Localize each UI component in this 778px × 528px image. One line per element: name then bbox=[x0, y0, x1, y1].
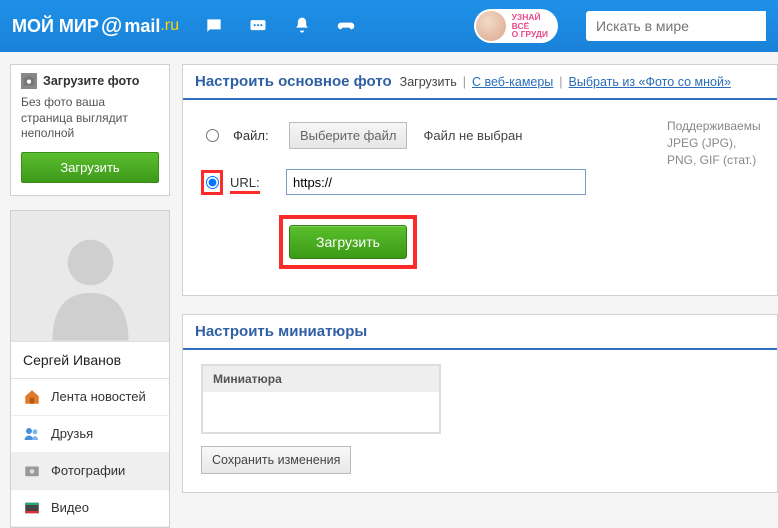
profile-block: Сергей Иванов Лента новостей Друзья Фото… bbox=[10, 210, 170, 528]
header-nav bbox=[203, 15, 357, 37]
main-content: Настроить основное фото Загрузить | С ве… bbox=[182, 64, 778, 528]
tab-webcam[interactable]: С веб-камеры bbox=[472, 75, 553, 89]
url-radio[interactable] bbox=[206, 176, 219, 189]
profile-name: Сергей Иванов bbox=[11, 341, 169, 378]
thumbnail-box-title: Миниатюра bbox=[203, 366, 439, 392]
sidebar: Загрузите фото Без фото ваша страница вы… bbox=[10, 64, 170, 528]
upload-card-button[interactable]: Загрузить bbox=[21, 152, 159, 183]
bell-icon[interactable] bbox=[291, 15, 313, 37]
panel-header: Настроить основное фото Загрузить | С ве… bbox=[183, 65, 777, 100]
url-label: URL: bbox=[230, 175, 276, 190]
messages-icon[interactable] bbox=[203, 15, 225, 37]
logo-text-pre: МОЙ МИР bbox=[12, 16, 99, 37]
panel-title: Настроить миниатюры bbox=[195, 323, 367, 340]
ad-image-icon bbox=[476, 11, 506, 41]
chat-icon[interactable] bbox=[247, 15, 269, 37]
choose-file-button[interactable]: Выберите файл bbox=[289, 122, 407, 149]
thumbnails-panel: Настроить миниатюры Миниатюра Сохранить … bbox=[182, 314, 778, 493]
sidebar-item-friends[interactable]: Друзья bbox=[11, 416, 169, 453]
upload-photo-card: Загрузите фото Без фото ваша страница вы… bbox=[10, 64, 170, 196]
home-icon bbox=[23, 388, 41, 406]
sidebar-nav: Лента новостей Друзья Фотографии Видео bbox=[11, 378, 169, 527]
url-row: URL: bbox=[201, 169, 759, 195]
header-ad-badge[interactable]: УЗНАЙ ВСЁ О ГРУДИ bbox=[474, 9, 558, 43]
url-input[interactable] bbox=[286, 169, 586, 195]
photos-icon bbox=[23, 462, 41, 480]
panel-tabs: Загрузить | С веб-камеры | Выбрать из «Ф… bbox=[400, 75, 731, 89]
site-logo[interactable]: МОЙ МИР @ mail .ru bbox=[12, 13, 179, 39]
file-label: Файл: bbox=[233, 128, 279, 143]
sidebar-item-video[interactable]: Видео bbox=[11, 490, 169, 527]
search-box bbox=[586, 11, 766, 41]
sidebar-item-label: Фотографии bbox=[51, 463, 125, 478]
submit-highlight-box: Загрузить bbox=[279, 215, 417, 269]
ad-text: УЗНАЙ ВСЁ О ГРУДИ bbox=[512, 13, 548, 39]
save-changes-button[interactable]: Сохранить изменения bbox=[201, 446, 351, 474]
file-status-text: Файл не выбран bbox=[423, 128, 522, 143]
at-icon: @ bbox=[101, 13, 122, 39]
sidebar-item-photos[interactable]: Фотографии bbox=[11, 453, 169, 490]
sidebar-item-feed[interactable]: Лента новостей bbox=[11, 379, 169, 416]
upload-card-note: Без фото ваша страница выглядит неполной bbox=[21, 95, 159, 142]
avatar-placeholder bbox=[11, 211, 169, 341]
thumbnail-preview bbox=[203, 392, 439, 432]
tab-select-existing[interactable]: Выбрать из «Фото со мной» bbox=[569, 75, 731, 89]
thumbnail-box: Миниатюра bbox=[201, 364, 441, 434]
upload-card-title: Загрузите фото bbox=[43, 74, 139, 88]
sidebar-item-label: Друзья bbox=[51, 426, 93, 441]
search-input[interactable] bbox=[586, 11, 766, 41]
person-icon bbox=[43, 226, 138, 341]
sidebar-item-label: Лента новостей bbox=[51, 389, 146, 404]
friends-icon bbox=[23, 425, 41, 443]
games-icon[interactable] bbox=[335, 15, 357, 37]
logo-text-mail: mail bbox=[124, 16, 160, 37]
supported-formats-note: Поддерживаемы JPEG (JPG), PNG, GIF (стат… bbox=[667, 118, 765, 168]
top-header: МОЙ МИР @ mail .ru УЗНАЙ ВСЁ О ГРУДИ bbox=[0, 0, 778, 52]
main-photo-panel: Настроить основное фото Загрузить | С ве… bbox=[182, 64, 778, 296]
panel-title: Настроить основное фото bbox=[195, 73, 392, 90]
logo-text-ru: .ru bbox=[160, 17, 179, 35]
camera-icon bbox=[21, 73, 37, 89]
tab-upload[interactable]: Загрузить bbox=[400, 75, 457, 89]
upload-submit-button[interactable]: Загрузить bbox=[289, 225, 407, 259]
file-radio[interactable] bbox=[206, 129, 219, 142]
